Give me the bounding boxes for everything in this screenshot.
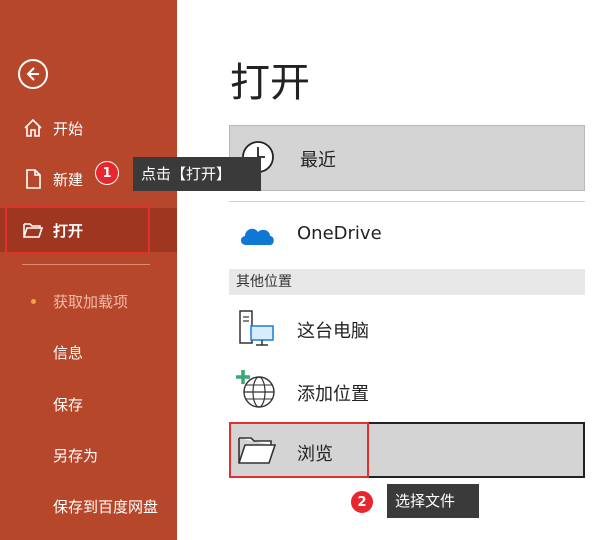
- back-arrow-icon: [26, 67, 39, 81]
- backstage-sidebar: 开始 新建 打开 获取加载项 信息 保存 另存为 保存到百度网盘: [0, 0, 177, 540]
- sidebar-divider: [22, 264, 150, 265]
- nav-item-get-addins[interactable]: 获取加载项: [53, 291, 128, 312]
- location-label: 添加位置: [297, 384, 369, 405]
- location-add-place[interactable]: 添加位置: [229, 360, 585, 420]
- nav-item-save[interactable]: 保存: [53, 394, 83, 415]
- add-place-globe-icon: [236, 370, 275, 408]
- location-recent[interactable]: 最近: [229, 125, 585, 191]
- nav-item-info[interactable]: 信息: [53, 342, 83, 363]
- nav-item-label: 开始: [53, 120, 84, 138]
- location-label: OneDrive: [297, 223, 382, 244]
- onedrive-cloud-icon: [240, 228, 274, 245]
- nav-item-home[interactable]: 开始: [0, 106, 177, 150]
- highlight-open-box: [5, 206, 150, 254]
- location-onedrive[interactable]: OneDrive: [229, 205, 585, 265]
- page-title: 打开: [230, 60, 310, 106]
- addin-indicator-dot: [31, 299, 36, 304]
- back-button[interactable]: [18, 59, 48, 89]
- computer-icon: [239, 310, 274, 346]
- location-label: 这台电脑: [297, 321, 369, 342]
- new-document-icon: [26, 169, 41, 189]
- location-label: 最近: [300, 150, 336, 171]
- step-tooltip-2: 选择文件: [387, 484, 479, 518]
- location-this-pc[interactable]: 这台电脑: [229, 298, 585, 358]
- nav-item-save-to-baidu[interactable]: 保存到百度网盘: [53, 496, 158, 517]
- home-icon: [24, 118, 42, 137]
- step-tooltip-1: 点击【打开】: [133, 157, 261, 191]
- highlight-browse-box: [229, 422, 369, 478]
- nav-item-label: 新建: [53, 171, 84, 189]
- nav-item-save-as[interactable]: 另存为: [53, 445, 98, 466]
- location-divider: [229, 201, 585, 202]
- step-badge-2: 2: [350, 490, 374, 514]
- step-badge-1: 1: [95, 161, 119, 185]
- section-header-other-locations: 其他位置: [229, 269, 585, 295]
